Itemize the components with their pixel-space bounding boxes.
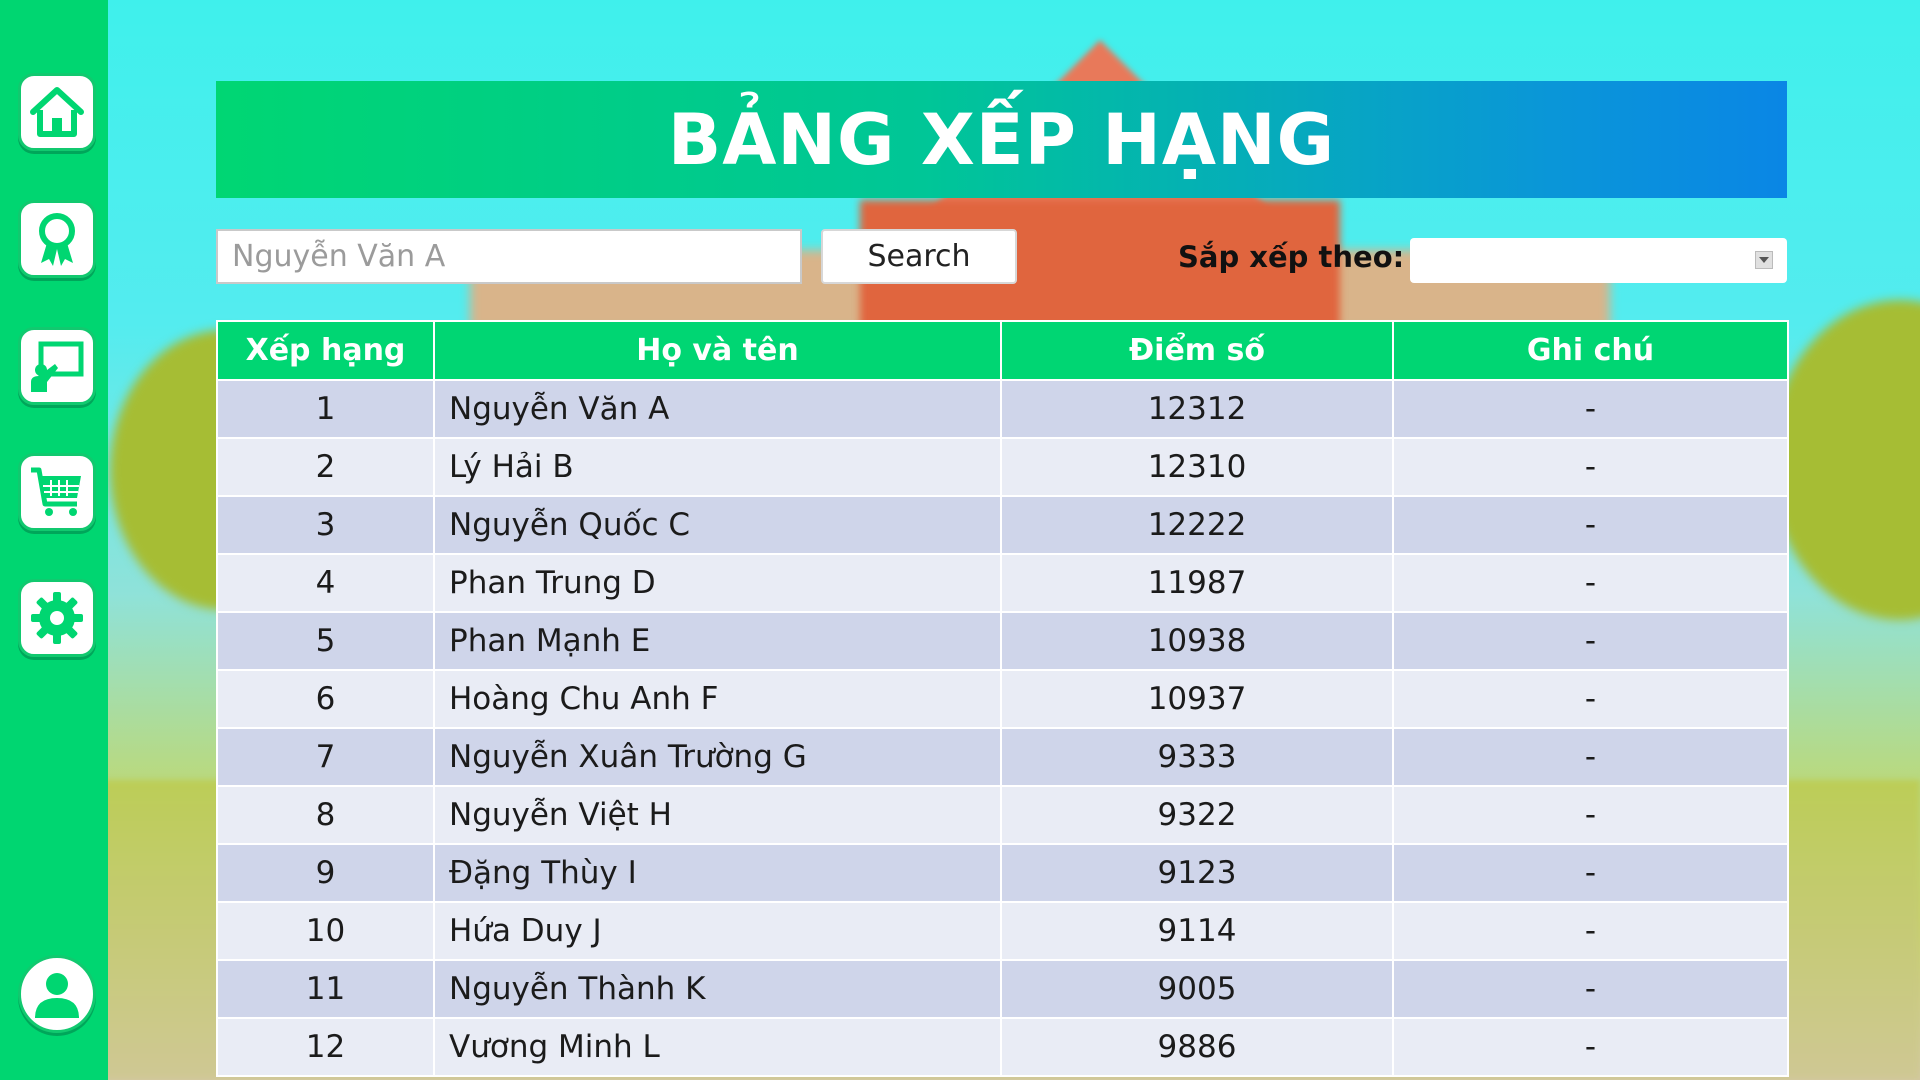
table-row: 5 Phan Mạnh E 10938- [216, 611, 1789, 671]
rank-cell: 6 [216, 669, 435, 729]
note-cell: - [1392, 553, 1789, 613]
rank-cell: 11 [216, 959, 435, 1019]
gear-icon [31, 592, 83, 644]
note-cell: - [1392, 437, 1789, 497]
chevron-down-icon [1755, 251, 1773, 269]
note-cell: - [1392, 727, 1789, 787]
score-cell: 10938 [1000, 611, 1394, 671]
shopping-cart-icon [31, 467, 81, 516]
background-tree-right [1770, 300, 1920, 620]
award-icon [39, 213, 75, 266]
rank-cell: 7 [216, 727, 435, 787]
rank-cell: 12 [216, 1017, 435, 1077]
page-title: BẢNG XẾP HẠNG [667, 98, 1336, 181]
score-cell: 12222 [1000, 495, 1394, 555]
name-cell: Nguyễn Quốc C [433, 495, 1002, 555]
note-cell: - [1392, 495, 1789, 555]
score-cell: 12310 [1000, 437, 1394, 497]
score-cell: 9005 [1000, 959, 1394, 1019]
name-cell: Nguyễn Thành K [433, 959, 1002, 1019]
table-row: 7 Nguyễn Xuân Trường G 9333- [216, 727, 1789, 787]
note-cell: - [1392, 669, 1789, 729]
score-cell: 11987 [1000, 553, 1394, 613]
table-row: 3 Nguyễn Quốc C 12222- [216, 495, 1789, 555]
sidebar-item-home[interactable] [18, 73, 96, 151]
table-row: 6 Hoàng Chu Anh F 10937- [216, 669, 1789, 729]
name-cell: Hoàng Chu Anh F [433, 669, 1002, 729]
sidebar [0, 0, 108, 1080]
note-cell: - [1392, 1017, 1789, 1077]
rank-cell: 2 [216, 437, 435, 497]
note-cell: - [1392, 843, 1789, 903]
table-row: 2 Lý Hải B 12310- [216, 437, 1789, 497]
name-cell: Lý Hải B [433, 437, 1002, 497]
search-button[interactable]: Search [821, 229, 1017, 284]
name-cell: Phan Trung D [433, 553, 1002, 613]
table-row: 10 Hứa Duy J 9114- [216, 901, 1789, 961]
note-cell: - [1392, 379, 1789, 439]
column-header-name: Họ và tên [433, 320, 1002, 381]
note-cell: - [1392, 901, 1789, 961]
teacher-board-icon [31, 341, 84, 392]
rank-cell: 5 [216, 611, 435, 671]
sort-label: Sắp xếp theo: [1178, 240, 1405, 274]
rank-cell: 1 [216, 379, 435, 439]
table-row: 4 Phan Trung D 11987- [216, 553, 1789, 613]
score-cell: 9114 [1000, 901, 1394, 961]
sidebar-item-settings[interactable] [18, 579, 96, 657]
table-row: 11 Nguyễn Thành K 9005- [216, 959, 1789, 1019]
sidebar-item-shop[interactable] [18, 453, 96, 531]
column-header-rank: Xếp hạng [216, 320, 435, 381]
table-row: 8 Nguyễn Việt H 9322- [216, 785, 1789, 845]
sidebar-item-profile[interactable] [18, 955, 96, 1033]
user-profile-icon [35, 973, 79, 1018]
table-row: 1 Nguyễn Văn A 12312- [216, 379, 1789, 439]
page-header: BẢNG XẾP HẠNG [216, 81, 1787, 198]
sort-dropdown[interactable] [1410, 238, 1787, 283]
score-cell: 9333 [1000, 727, 1394, 787]
table-header-row: Xếp hạng Họ và tên Điểm số Ghi chú [216, 320, 1789, 381]
name-cell: Nguyễn Văn A [433, 379, 1002, 439]
name-cell: Đặng Thùy I [433, 843, 1002, 903]
table-row: 9 Đặng Thùy I 9123- [216, 843, 1789, 903]
table-row: 12 Vương Minh L 9886- [216, 1017, 1789, 1077]
rank-cell: 3 [216, 495, 435, 555]
note-cell: - [1392, 959, 1789, 1019]
rank-cell: 8 [216, 785, 435, 845]
score-cell: 9123 [1000, 843, 1394, 903]
search-input[interactable] [216, 229, 802, 284]
column-header-note: Ghi chú [1392, 320, 1789, 381]
name-cell: Phan Mạnh E [433, 611, 1002, 671]
leaderboard-table: Xếp hạng Họ và tên Điểm số Ghi chú 1 Nguy… [216, 320, 1789, 1077]
score-cell: 10937 [1000, 669, 1394, 729]
home-icon [30, 87, 84, 137]
score-cell: 9886 [1000, 1017, 1394, 1077]
column-header-score: Điểm số [1000, 320, 1394, 381]
name-cell: Nguyễn Việt H [433, 785, 1002, 845]
rank-cell: 9 [216, 843, 435, 903]
rank-cell: 4 [216, 553, 435, 613]
score-cell: 12312 [1000, 379, 1394, 439]
note-cell: - [1392, 785, 1789, 845]
rank-cell: 10 [216, 901, 435, 961]
sidebar-item-classroom[interactable] [18, 327, 96, 405]
note-cell: - [1392, 611, 1789, 671]
name-cell: Hứa Duy J [433, 901, 1002, 961]
sidebar-item-awards[interactable] [18, 200, 96, 278]
name-cell: Nguyễn Xuân Trường G [433, 727, 1002, 787]
score-cell: 9322 [1000, 785, 1394, 845]
name-cell: Vương Minh L [433, 1017, 1002, 1077]
